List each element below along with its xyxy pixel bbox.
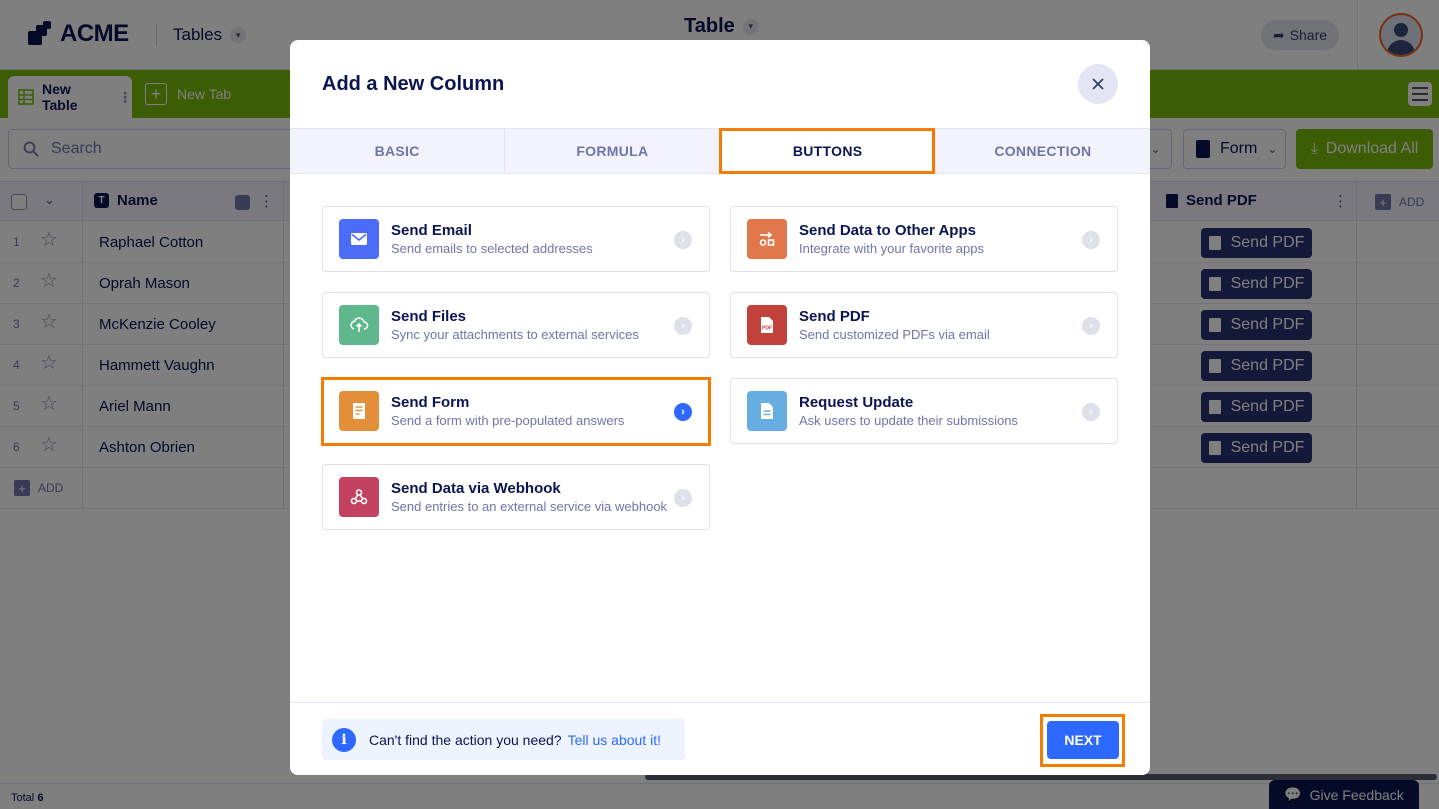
card-description: Send a form with pre-populated answers	[391, 413, 625, 428]
card-description: Send entries to an external service via …	[391, 499, 668, 514]
card-description: Send customized PDFs via email	[799, 327, 990, 342]
tab-buttons[interactable]: BUTTONS	[720, 129, 936, 173]
info-text: Can't find the action you need?	[369, 731, 562, 748]
card-title: Send Data via Webhook	[391, 480, 561, 497]
card-description: Ask users to update their submissions	[799, 413, 1018, 428]
modal-tabs: BASIC FORMULA BUTTONS CONNECTION	[290, 128, 1150, 174]
chevron-right-icon: ›	[674, 317, 692, 335]
action-card-send-pdf[interactable]: PDF Send PDF Send customized PDFs via em…	[730, 292, 1118, 358]
integration-icon	[747, 219, 787, 259]
tab-formula[interactable]: FORMULA	[505, 129, 721, 173]
card-description: Sync your attachments to external servic…	[391, 327, 639, 342]
chevron-right-icon: ›	[674, 231, 692, 249]
chevron-right-icon: ›	[674, 403, 692, 421]
card-description: Send emails to selected addresses	[391, 241, 593, 256]
action-card-send-data-via-webhook[interactable]: Send Data via Webhook Send entries to an…	[322, 464, 710, 530]
close-icon	[1092, 78, 1104, 90]
card-title: Send Form	[391, 394, 470, 411]
webhook-icon	[339, 477, 379, 517]
add-column-modal: Add a New Column BASIC FORMULA BUTTONS C…	[290, 40, 1150, 775]
chevron-right-icon: ›	[1082, 231, 1100, 249]
tab-connection[interactable]: CONNECTION	[936, 129, 1150, 173]
action-card-send-form[interactable]: Send Form Send a form with pre-populated…	[322, 378, 710, 444]
card-description: Integrate with your favorite apps	[799, 241, 984, 256]
form-icon	[339, 391, 379, 431]
chevron-right-icon: ›	[1082, 403, 1100, 421]
action-card-send-files[interactable]: Send Files Sync your attachments to exte…	[322, 292, 710, 358]
modal-footer: i Can't find the action you need? Tell u…	[290, 702, 1150, 775]
email-icon	[339, 219, 379, 259]
action-card-send-email[interactable]: Send Email Send emails to selected addre…	[322, 206, 710, 272]
action-card-request-update[interactable]: Request Update Ask users to update their…	[730, 378, 1118, 444]
chevron-right-icon: ›	[1082, 317, 1100, 335]
document-icon	[747, 391, 787, 431]
feedback-link[interactable]: Tell us about it!	[568, 732, 661, 748]
close-button[interactable]	[1078, 64, 1118, 104]
card-title: Send Email	[391, 222, 472, 239]
pdf-icon: PDF	[747, 305, 787, 345]
info-icon: i	[332, 727, 356, 752]
action-card-send-data-to-other-apps[interactable]: Send Data to Other Apps Integrate with y…	[730, 206, 1118, 272]
next-button[interactable]: NEXT	[1047, 721, 1119, 759]
card-title: Request Update	[799, 394, 914, 411]
card-title: Send Data to Other Apps	[799, 222, 976, 239]
tab-basic[interactable]: BASIC	[290, 129, 506, 173]
cloud-upload-icon	[339, 305, 379, 345]
card-title: Send Files	[391, 308, 467, 325]
modal-title: Add a New Column	[322, 73, 505, 95]
chevron-right-icon: ›	[674, 489, 692, 507]
info-banner: i Can't find the action you need? Tell u…	[322, 719, 685, 760]
card-title: Send PDF	[799, 308, 870, 325]
svg-text:PDF: PDF	[762, 326, 772, 332]
